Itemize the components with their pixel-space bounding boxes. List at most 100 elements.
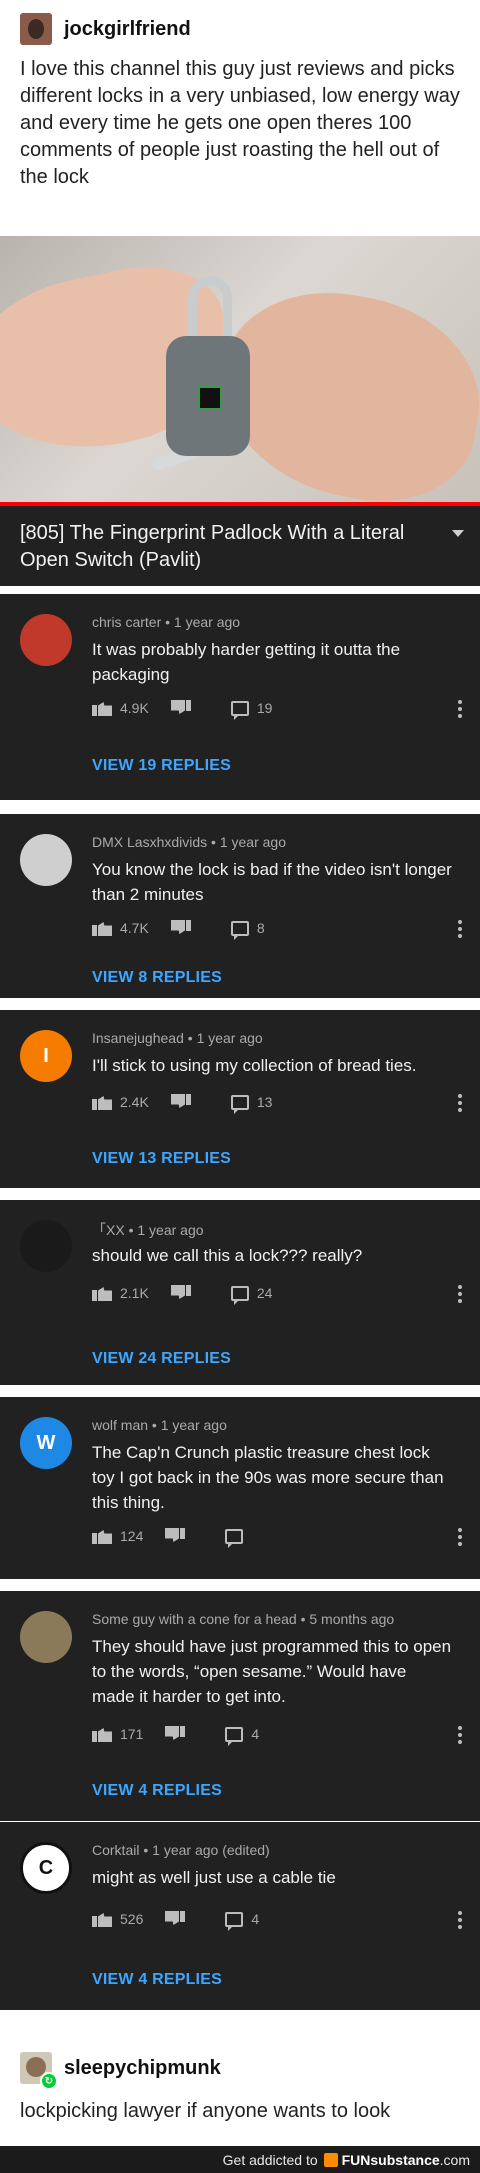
video-thumbnail[interactable] bbox=[0, 236, 480, 506]
post-text: I love this channel this guy just review… bbox=[20, 58, 460, 188]
comment-actions: 124 bbox=[92, 1528, 251, 1548]
like-count: 124 bbox=[120, 1528, 144, 1544]
fingerprint-sensor bbox=[198, 386, 222, 410]
more-vert-icon[interactable] bbox=[458, 920, 462, 938]
avatar[interactable] bbox=[20, 1611, 72, 1663]
footer-suffix: .com bbox=[439, 2151, 470, 2168]
footer-prefix: Get addicted to bbox=[222, 2151, 318, 2168]
view-replies-link[interactable]: VIEW 24 REPLIES bbox=[92, 1350, 231, 1368]
avatar-letter: W bbox=[36, 1431, 56, 1454]
comment-text: should we call this a lock??? really? bbox=[92, 1246, 363, 1265]
thumbs-down-icon[interactable] bbox=[171, 920, 191, 936]
reply-icon[interactable] bbox=[230, 1094, 249, 1114]
more-vert-icon[interactable] bbox=[458, 1285, 462, 1303]
video-title: [805] The Fingerprint Padlock With a Lit… bbox=[20, 522, 405, 571]
footer-brand: FUNsubstance bbox=[341, 2151, 440, 2168]
reply-count: 24 bbox=[256, 1285, 273, 1301]
comment-actions: 526 4 bbox=[92, 1911, 260, 1931]
reply-count: 13 bbox=[256, 1094, 273, 1110]
comment-actions: 4.9K 19 bbox=[92, 700, 273, 720]
thumbs-down-icon[interactable] bbox=[171, 1094, 191, 1110]
comment-meta: chris carter • 1 year ago bbox=[92, 614, 241, 630]
thumbs-down-icon[interactable] bbox=[165, 1528, 185, 1544]
thumbs-up-icon[interactable] bbox=[92, 1911, 112, 1927]
reblog-icon: ↻ bbox=[40, 2072, 58, 2090]
reply-count: 8 bbox=[256, 920, 265, 936]
reply-icon[interactable] bbox=[230, 920, 249, 940]
comment-text: They should have just programmed this to… bbox=[92, 1637, 452, 1706]
comment-age: 1 year ago bbox=[137, 1222, 204, 1238]
more-vert-icon[interactable] bbox=[458, 1911, 462, 1929]
thumbs-up-icon[interactable] bbox=[92, 1094, 112, 1110]
avatar[interactable] bbox=[20, 1220, 72, 1272]
avatar[interactable]: W bbox=[20, 1417, 72, 1469]
more-vert-icon[interactable] bbox=[458, 1094, 462, 1112]
comment-age: 1 year ago bbox=[160, 1417, 227, 1433]
comment-author[interactable]: DMX Lasxhxdivids bbox=[92, 834, 207, 850]
avatar[interactable]: C bbox=[20, 1842, 72, 1894]
comment-age: 1 year ago (edited) bbox=[152, 1842, 270, 1858]
comment-author[interactable]: Corktail bbox=[92, 1842, 139, 1858]
comment-actions: 2.4K 13 bbox=[92, 1094, 273, 1114]
avatar[interactable] bbox=[20, 834, 72, 886]
thumbs-up-icon[interactable] bbox=[92, 1726, 112, 1742]
reblog-text: lockpicking lawyer if anyone wants to lo… bbox=[20, 2100, 391, 2122]
video-title-bar[interactable]: [805] The Fingerprint Padlock With a Lit… bbox=[0, 506, 480, 586]
avatar[interactable]: I bbox=[20, 1030, 72, 1082]
chevron-down-icon[interactable] bbox=[452, 530, 464, 537]
thumbs-up-icon[interactable] bbox=[92, 1528, 112, 1544]
reply-icon[interactable] bbox=[225, 1726, 244, 1746]
thumbs-down-icon[interactable] bbox=[171, 700, 191, 716]
comment-text: The Cap'n Crunch plastic treasure chest … bbox=[92, 1443, 444, 1512]
comment: Some guy with a cone for a head • 5 mont… bbox=[0, 1591, 480, 1821]
reply-count: 4 bbox=[251, 1911, 260, 1927]
comment-actions: 171 4 bbox=[92, 1726, 259, 1746]
reply-icon[interactable] bbox=[225, 1911, 244, 1931]
avatar[interactable] bbox=[20, 13, 52, 45]
more-vert-icon[interactable] bbox=[458, 1726, 462, 1744]
comment: Wwolf man • 1 year ago The Cap'n Crunch p… bbox=[0, 1397, 480, 1579]
comment-text: I'll stick to using my collection of bre… bbox=[92, 1056, 417, 1075]
view-replies-link[interactable]: VIEW 8 REPLIES bbox=[92, 969, 222, 987]
view-replies-link[interactable]: VIEW 13 REPLIES bbox=[92, 1150, 231, 1168]
reply-icon[interactable] bbox=[230, 1285, 249, 1305]
thumbs-down-icon[interactable] bbox=[165, 1911, 185, 1927]
thumbs-up-icon[interactable] bbox=[92, 920, 112, 936]
comment-author[interactable]: Some guy with a cone for a head bbox=[92, 1611, 297, 1627]
comment-meta: wolf man • 1 year ago bbox=[92, 1417, 227, 1433]
comment-meta: Insanejughead • 1 year ago bbox=[92, 1030, 263, 1046]
thumbs-up-icon[interactable] bbox=[92, 700, 112, 716]
post-header: jockgirlfriend bbox=[20, 13, 191, 45]
comment-author[interactable]: 「XX bbox=[92, 1222, 125, 1238]
comment-author[interactable]: Insanejughead bbox=[92, 1030, 184, 1046]
view-replies-link[interactable]: VIEW 4 REPLIES bbox=[92, 1971, 222, 1989]
comment-author[interactable]: chris carter bbox=[92, 614, 161, 630]
like-count: 4.7K bbox=[120, 920, 149, 936]
comment-text: It was probably harder getting it outta … bbox=[92, 640, 401, 684]
reply-icon[interactable] bbox=[230, 700, 249, 720]
reply-count: 19 bbox=[256, 700, 273, 716]
reply-icon[interactable] bbox=[225, 1528, 244, 1548]
view-replies-link[interactable]: VIEW 4 REPLIES bbox=[92, 1782, 222, 1800]
like-count: 4.9K bbox=[120, 700, 149, 716]
more-vert-icon[interactable] bbox=[458, 1528, 462, 1546]
comment: I Insanejughead • 1 year ago I'll stick to… bbox=[0, 1010, 480, 1188]
like-count: 171 bbox=[120, 1726, 144, 1742]
comment-age: 5 months ago bbox=[309, 1611, 395, 1627]
view-replies-link[interactable]: VIEW 19 REPLIES bbox=[92, 757, 231, 775]
comment-author[interactable]: wolf man bbox=[92, 1417, 148, 1433]
avatar-letter: I bbox=[43, 1044, 49, 1067]
comment-age: 1 year ago bbox=[196, 1030, 263, 1046]
avatar[interactable] bbox=[20, 614, 72, 666]
more-vert-icon[interactable] bbox=[458, 700, 462, 718]
thumbs-up-icon[interactable] bbox=[92, 1285, 112, 1301]
thumbs-down-icon[interactable] bbox=[165, 1726, 185, 1742]
thumbs-down-icon[interactable] bbox=[171, 1285, 191, 1301]
comment: chris carter • 1 year ago It was probably… bbox=[0, 594, 480, 800]
username[interactable]: jockgirlfriend bbox=[64, 18, 191, 41]
comment: 「XX • 1 year ago should we call this a lo… bbox=[0, 1200, 480, 1385]
comment-meta: Corktail • 1 year ago (edited) bbox=[92, 1842, 270, 1858]
brand-logo-icon bbox=[323, 2152, 338, 2167]
reblog-username[interactable]: sleepychipmunk bbox=[64, 2057, 221, 2080]
reblog-header: ↻ sleepychipmunk bbox=[20, 2052, 221, 2090]
